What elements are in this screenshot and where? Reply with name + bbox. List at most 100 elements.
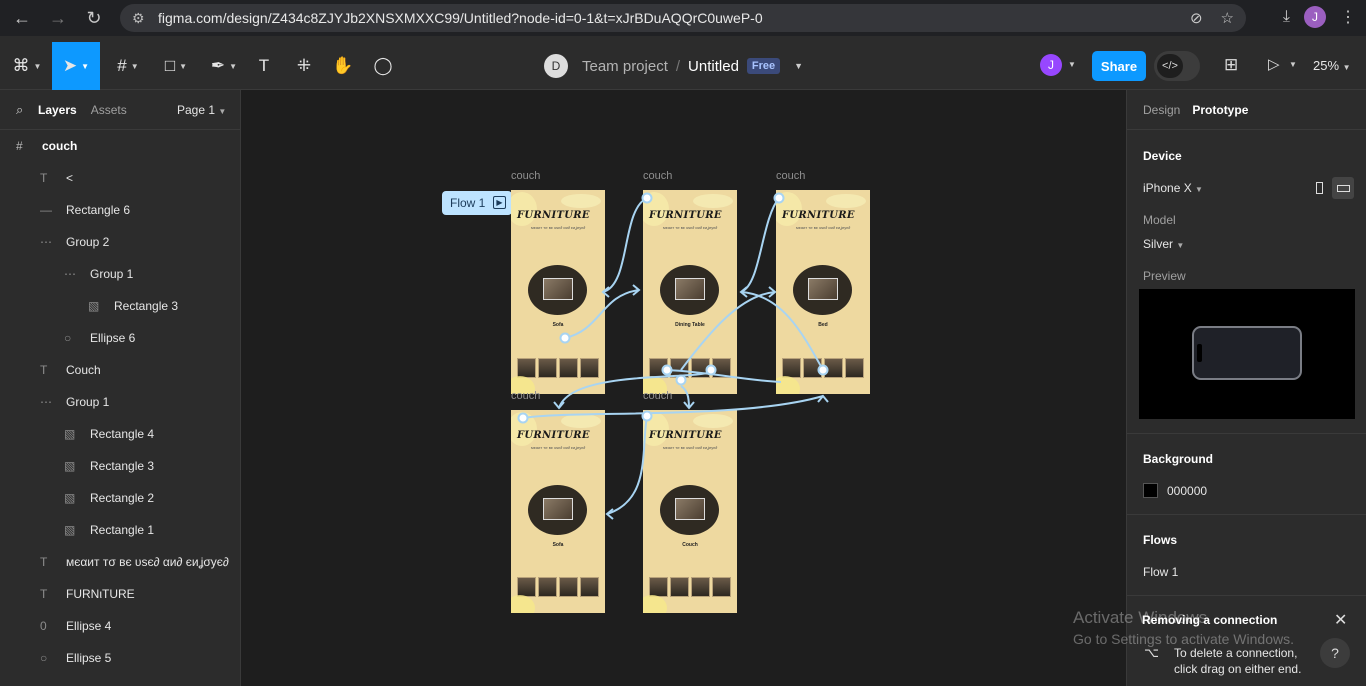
shape-tool-button[interactable]: □ ▼ xyxy=(156,42,196,90)
dev-mode-toggle[interactable]: </> xyxy=(1154,51,1200,81)
connection-line[interactable] xyxy=(606,415,648,515)
connection-line[interactable] xyxy=(740,197,780,293)
flow-starting-point[interactable]: Flow 1 ▶ xyxy=(442,191,512,215)
tab-prototype[interactable]: Prototype xyxy=(1192,103,1248,117)
model-select[interactable]: Silver ▼ xyxy=(1143,237,1184,251)
background-hex-input[interactable]: 000000 xyxy=(1167,484,1207,498)
tab-assets[interactable]: Assets xyxy=(91,103,127,117)
resources-tool-button[interactable]: ⁜ xyxy=(292,42,316,90)
properties-panel: Design Prototype Device iPhone X ▼ Model… xyxy=(1126,90,1366,686)
reload-icon[interactable]: ↻ xyxy=(78,0,110,36)
layer-item[interactable]: T < xyxy=(40,162,73,194)
play-flow-icon[interactable]: ▶ xyxy=(493,196,506,209)
landscape-button[interactable] xyxy=(1332,177,1354,199)
chevron-down-icon[interactable]: ▼ xyxy=(1289,60,1297,69)
comment-tool-button[interactable]: ◯ xyxy=(370,42,396,90)
layer-item[interactable]: ⋯ Group 2 xyxy=(40,226,109,258)
chevron-down-icon[interactable]: ▼ xyxy=(794,61,803,71)
forward-arrow-icon[interactable]: → xyxy=(42,0,74,36)
layers-panel: ⌕ Layers Assets Page 1 ▼ # couch T < — Rectan… xyxy=(0,90,241,686)
layer-item[interactable]: ▧ Rectangle 3 xyxy=(88,290,178,322)
layer-item[interactable]: ▧ Rectangle 2 xyxy=(64,482,154,514)
layer-item[interactable]: Tᴍєαит тσ вє υѕє∂ αи∂ єиʝσує∂ xyxy=(40,546,229,578)
layer-item[interactable]: ⋯ Group 1 xyxy=(64,258,133,290)
connection-arrowhead xyxy=(632,284,641,296)
frame-label[interactable]: couch xyxy=(643,170,672,182)
frame-label[interactable]: couch xyxy=(511,390,540,402)
move-tool-button[interactable]: ➤ ▼ xyxy=(52,42,100,90)
layer-name: couch xyxy=(42,139,78,153)
hand-tool-button[interactable]: ✋ xyxy=(330,42,356,90)
frame-hash-icon: # xyxy=(117,56,127,75)
help-question-icon[interactable]: ? xyxy=(1320,638,1350,668)
layer-item[interactable]: T FURNιTURE xyxy=(40,578,135,610)
prototype-frame[interactable]: FURNITURE ᴍєαит тσ вє υѕє∂ αи∂ єиʝσує∂ Sof… xyxy=(511,190,605,394)
frame-subtitle: ᴍєαит тσ вє υѕє∂ αи∂ єиʝσує∂ xyxy=(531,225,586,230)
back-arrow-icon[interactable]: ← xyxy=(6,0,38,36)
present-play-icon[interactable]: ▷ xyxy=(1268,55,1280,73)
address-bar[interactable]: ⚙ figma.com/design/Z434c8ZJYJb2XNSXMXXC9… xyxy=(120,4,1246,32)
frame-subtitle: ᴍєαит тσ вє υѕє∂ αи∂ єиʝσує∂ xyxy=(663,445,718,450)
frame-label[interactable]: couch xyxy=(511,170,540,182)
frame-title: FURNITURE xyxy=(649,430,722,441)
site-settings-icon[interactable]: ⚙ xyxy=(132,10,150,27)
layer-name: Ellipse 5 xyxy=(66,651,112,665)
prototype-frame[interactable]: FURNITURE ᴍєαит тσ вє υѕє∂ αи∂ єиʝσує∂ Cou… xyxy=(643,410,737,613)
team-name[interactable]: Team project xyxy=(582,58,668,75)
no-tracking-icon[interactable]: ⊘ xyxy=(1190,9,1203,27)
main-menu-button[interactable]: ⌘ ▼ xyxy=(8,42,46,90)
bookmark-star-icon[interactable]: ☆ xyxy=(1221,9,1234,27)
layer-name: Couch xyxy=(66,363,101,377)
figma-logo-icon: ⌘ xyxy=(12,56,30,75)
zoom-level[interactable]: 25% ▼ xyxy=(1313,58,1351,73)
tab-design[interactable]: Design xyxy=(1143,103,1180,117)
frame-tool-button[interactable]: # ▼ xyxy=(108,42,148,90)
model-label: Model xyxy=(1143,213,1176,227)
layer-item[interactable]: ⋯ Group 1 xyxy=(40,386,109,418)
kebab-menu-icon[interactable]: ⋮ xyxy=(1340,7,1356,27)
background-color-swatch[interactable] xyxy=(1143,483,1158,498)
layer-type-icon: ▧ xyxy=(64,523,76,537)
layer-item[interactable]: ○ Ellipse 5 xyxy=(40,642,111,674)
layer-item[interactable]: 0 Ellipse 4 xyxy=(40,610,111,642)
file-name[interactable]: Untitled xyxy=(688,58,739,75)
layer-item[interactable]: ○ Ellipse 6 xyxy=(64,322,135,354)
share-button[interactable]: Share xyxy=(1092,51,1146,81)
layer-item[interactable]: ▧ Rectangle 3 xyxy=(64,450,154,482)
profile-avatar[interactable]: J xyxy=(1304,6,1326,28)
portrait-button[interactable] xyxy=(1308,177,1330,199)
layer-frame[interactable]: # couch xyxy=(16,130,77,162)
prototype-frame[interactable]: FURNITURE ᴍєαит тσ вє υѕє∂ αи∂ єиʝσує∂ Bed xyxy=(776,190,870,394)
layer-item[interactable]: T Couch xyxy=(40,354,101,386)
text-tool-button[interactable]: T xyxy=(252,42,276,90)
layer-item[interactable]: ▧ Rectangle 4 xyxy=(64,418,154,450)
search-icon[interactable]: ⌕ xyxy=(16,102,38,118)
url-text[interactable]: figma.com/design/Z434c8ZJYJb2XNSXMXXC99/… xyxy=(158,10,763,26)
close-icon[interactable]: ✕ xyxy=(1334,610,1347,630)
library-book-icon[interactable]: ⊞ xyxy=(1224,55,1238,75)
layer-type-icon: ⋯ xyxy=(40,235,52,249)
prototype-frame[interactable]: FURNITURE ᴍєαит тσ вє υѕє∂ αи∂ єиʝσує∂ Din… xyxy=(643,190,737,394)
prototype-frame[interactable]: FURNITURE ᴍєαит тσ вє υѕє∂ αи∂ єиʝσує∂ Sof… xyxy=(511,410,605,613)
layer-name: Rectangle 4 xyxy=(90,427,155,441)
chevron-down-icon: ▼ xyxy=(33,61,42,71)
pen-tool-button[interactable]: ✒ ▼ xyxy=(204,42,244,90)
user-avatar[interactable]: J xyxy=(1040,54,1062,76)
product-image xyxy=(808,278,838,300)
components-icon: ⁜ xyxy=(296,56,312,75)
flow-item[interactable]: Flow 1 xyxy=(1143,565,1178,579)
connection-arrowhead xyxy=(553,401,565,410)
layer-item[interactable]: ▧ Rectangle 1 xyxy=(64,514,154,546)
frame-label[interactable]: couch xyxy=(643,390,672,402)
frame-label[interactable]: couch xyxy=(776,170,805,182)
download-icon[interactable]: ⤓ xyxy=(1283,8,1290,26)
frame-title: FURNITURE xyxy=(517,430,590,441)
page-selector[interactable]: Page 1 ▼ xyxy=(177,103,226,117)
team-avatar[interactable]: D xyxy=(544,54,568,78)
design-canvas[interactable]: Flow 1 ▶ couch FURNITURE ᴍєαит тσ вє υѕє∂ … xyxy=(241,90,1126,686)
chevron-down-icon[interactable]: ▼ xyxy=(1068,60,1076,69)
tab-layers[interactable]: Layers xyxy=(38,103,77,117)
connection-line[interactable] xyxy=(602,197,648,293)
device-select[interactable]: iPhone X ▼ xyxy=(1143,181,1203,195)
layer-item[interactable]: — Rectangle 6 xyxy=(40,194,130,226)
